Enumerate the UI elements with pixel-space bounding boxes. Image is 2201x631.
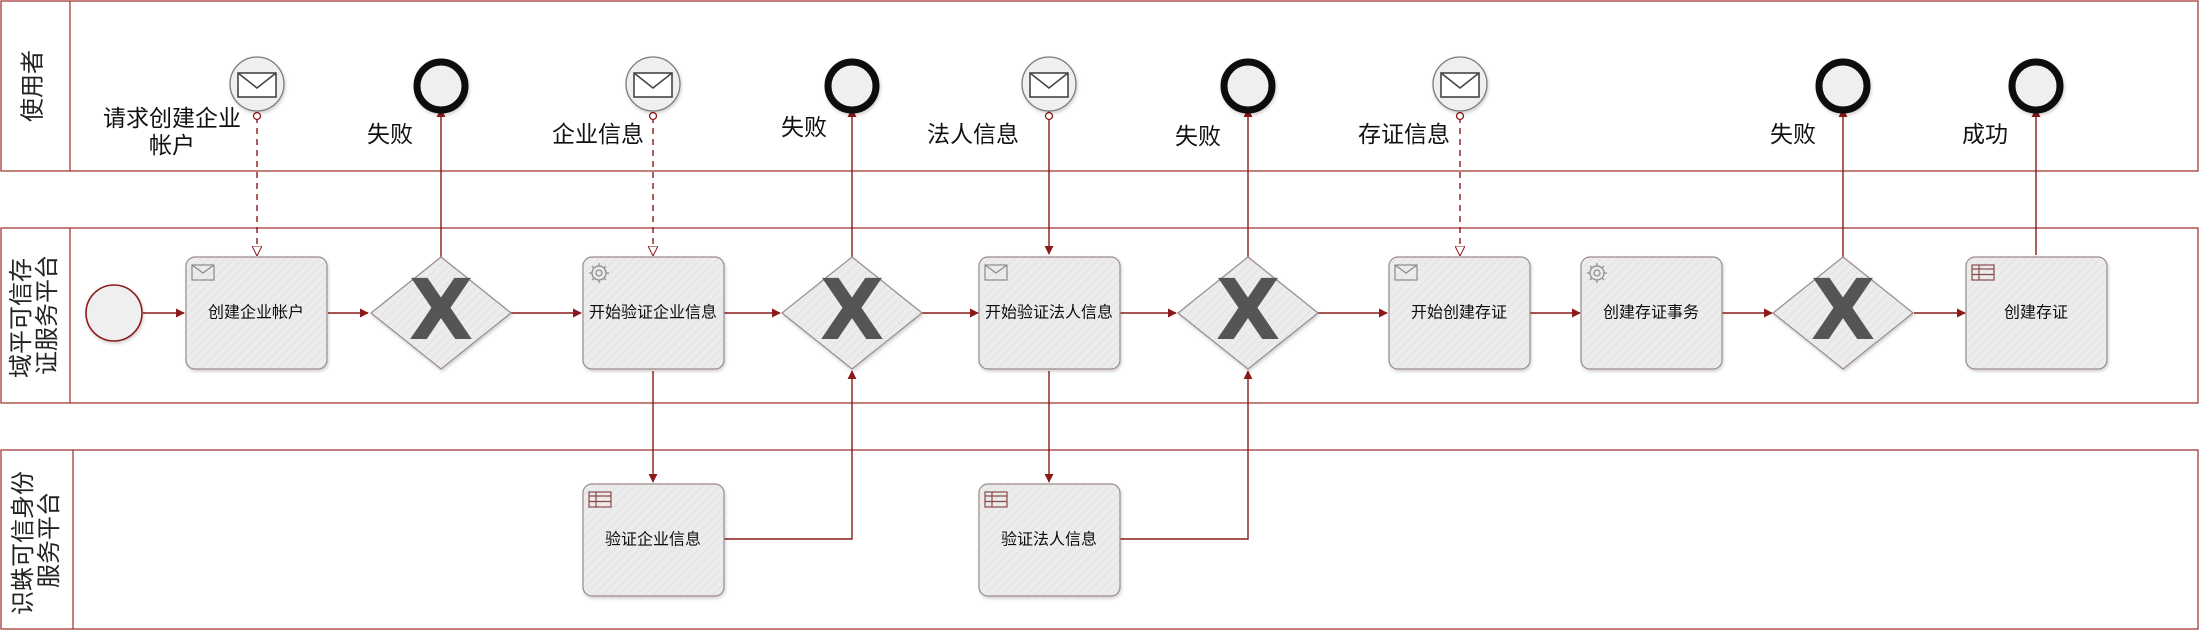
envelope-icon [1440,72,1480,98]
message-label-1-line2: 帐户 [149,133,195,158]
message-label-2: 企业信息 [552,122,644,147]
envelope-icon [1029,72,1069,98]
task-label: 开始验证企业信息 [589,303,717,322]
gateway-x-icon: X [820,261,885,359]
task-label: 开始创建存证 [1411,303,1507,322]
task-label: 创建企业帐户 [208,303,304,322]
task-verify-enterprise[interactable]: 验证企业信息 [582,483,725,597]
task-label: 开始验证法人信息 [985,303,1113,322]
gateway-x-icon: X [1216,261,1281,359]
task-create-evidence[interactable]: 创建存证 [1965,256,2108,370]
end-label-4: 失败 [1770,122,1816,147]
end-event-2[interactable] [824,58,880,114]
end-label-1: 失败 [367,122,413,147]
end-event-4[interactable] [1815,58,1871,114]
message-label-3: 法人信息 [927,122,1019,147]
task-start-create-evidence[interactable]: 开始创建存证 [1388,256,1531,370]
lane-title-identity-line1: 识蛛可信身份 [10,471,37,615]
end-label-3: 失败 [1175,124,1221,149]
end-event-1[interactable] [413,58,469,114]
task-start-verify-enterprise[interactable]: 开始验证企业信息 [582,256,725,370]
gateway-x-icon: X [1811,261,1876,359]
task-create-evidence-transaction[interactable]: 创建存证事务 [1580,256,1723,370]
task-label: 创建存证事务 [1603,303,1699,322]
message-label-4: 存证信息 [1358,122,1450,147]
message-event-1[interactable] [229,56,285,112]
message-label-1-line1: 请求创建企业 [103,106,241,131]
lane-title-user: 使用者 [20,50,47,122]
task-create-enterprise-account[interactable]: 创建企业帐户 [185,256,328,370]
task-start-verify-legal-person[interactable]: 开始验证法人信息 [978,256,1121,370]
task-label: 创建存证 [2004,303,2068,322]
message-event-4[interactable] [1432,56,1488,112]
end-label-2: 失败 [781,115,827,140]
lane-title-platform-line2: 证服务平台 [34,255,61,375]
lane-title-platform: 域平可信存 证服务平台 [8,252,61,378]
bpmn-diagram-stage: 使用者 域平可信存 证服务平台 识蛛可信身份 服务平台 请求创建企业 帐户 企业… [0,0,2201,631]
end-event-3[interactable] [1220,58,1276,114]
task-label: 验证法人信息 [1001,530,1097,549]
gateway-x-icon: X [409,261,474,359]
task-verify-legal-person[interactable]: 验证法人信息 [978,483,1121,597]
task-label: 验证企业信息 [605,530,701,549]
lane-title-identity-line2: 服务平台 [36,492,63,588]
end-label-5: 成功 [1962,122,2008,147]
end-event-5[interactable] [2008,58,2064,114]
message-event-2[interactable] [625,56,681,112]
lane-title-platform-line1: 域平可信存 [8,258,35,378]
envelope-icon [237,72,277,98]
envelope-icon [633,72,673,98]
start-event[interactable] [85,284,143,342]
message-event-3[interactable] [1021,56,1077,112]
